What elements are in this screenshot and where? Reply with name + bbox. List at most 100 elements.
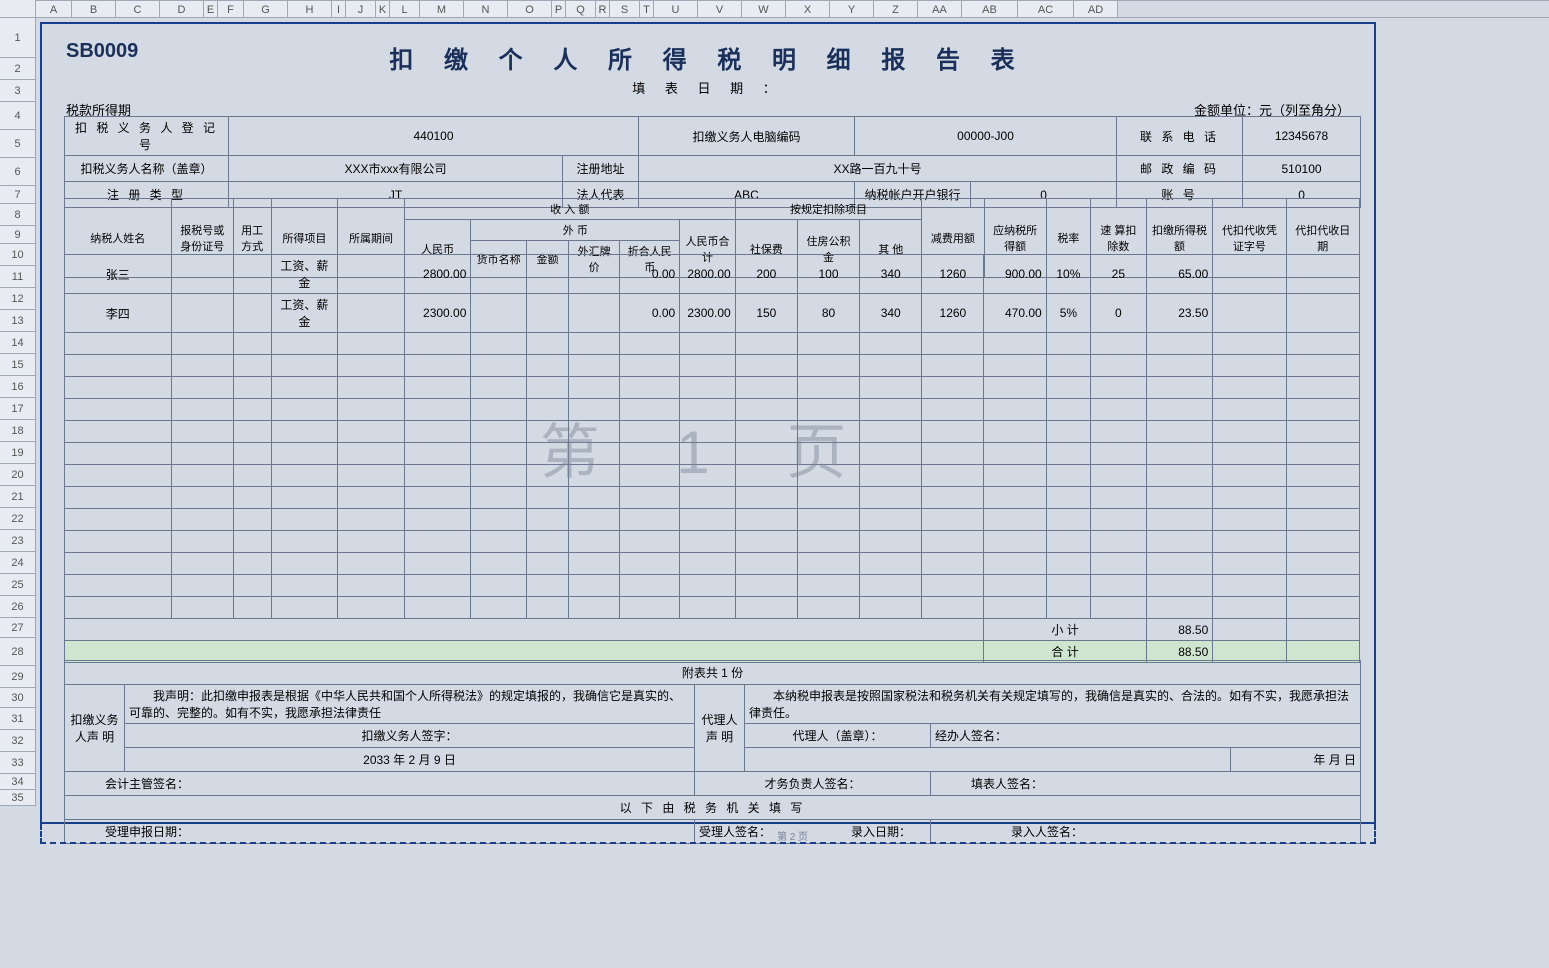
col-header-Y[interactable]: Y xyxy=(830,1,874,17)
col-header-D[interactable]: D xyxy=(160,1,204,17)
data-row[interactable] xyxy=(65,355,1360,377)
row-header-12[interactable]: 12 xyxy=(0,288,36,310)
col-header-I[interactable]: I xyxy=(332,1,346,17)
row-header-26[interactable]: 26 xyxy=(0,596,36,618)
data-row[interactable] xyxy=(65,509,1360,531)
row-header-28[interactable]: 28 xyxy=(0,638,36,666)
decl2-sign: 代理人（盖章）： xyxy=(745,724,931,748)
phone: 12345678 xyxy=(1243,117,1361,156)
column-headers[interactable]: ABCDEFGHIJKLMNOPQRSTUVWXYZAAABACAD xyxy=(36,0,1549,18)
row-header-35[interactable]: 35 xyxy=(0,790,36,806)
row-header-5[interactable]: 5 xyxy=(0,130,36,158)
row-header-9[interactable]: 9 xyxy=(0,226,36,244)
col-header-H[interactable]: H xyxy=(288,1,332,17)
col-header-AA[interactable]: AA xyxy=(918,1,962,17)
col-header-X[interactable]: X xyxy=(786,1,830,17)
row-header-30[interactable]: 30 xyxy=(0,688,36,708)
col-header-AD[interactable]: AD xyxy=(1074,1,1118,17)
footer-table: 附表共 1 份 扣缴义务人声 明 我声明：此扣缴申报表是根据《中华人民共和国个人… xyxy=(64,660,1361,844)
row-header-25[interactable]: 25 xyxy=(0,574,36,596)
decl1-date: 2033 年 2 月 9 日 xyxy=(125,748,695,772)
info-row-1: 扣 税 义 务 人 登 记 号 440100 扣缴义务人电脑编码 00000-J… xyxy=(65,117,1361,156)
data-row[interactable]: 张三工资、薪金2800.000.002800.00200100340126090… xyxy=(65,255,1360,294)
row-header-31[interactable]: 31 xyxy=(0,708,36,730)
tax-office-header: 以 下 由 税 务 机 关 填 写 xyxy=(65,796,1361,820)
info-row-2: 扣税义务人名称（盖章） XXX市xxx有限公司 注册地址 XX路一百九十号 邮 … xyxy=(65,156,1361,182)
data-row[interactable] xyxy=(65,399,1360,421)
row-header-34[interactable]: 34 xyxy=(0,774,36,790)
col-header-O[interactable]: O xyxy=(508,1,552,17)
data-row[interactable] xyxy=(65,377,1360,399)
zip-label: 邮 政 编 码 xyxy=(1117,156,1243,182)
col-header-R[interactable]: R xyxy=(596,1,610,17)
data-row[interactable]: 李四工资、薪金2300.000.002300.00150803401260470… xyxy=(65,294,1360,333)
row-header-6[interactable]: 6 xyxy=(0,158,36,186)
row-header-19[interactable]: 19 xyxy=(0,442,36,464)
col-header-A[interactable]: A xyxy=(36,1,72,17)
col-header-E[interactable]: E xyxy=(204,1,218,17)
data-row[interactable] xyxy=(65,421,1360,443)
row-header-8[interactable]: 8 xyxy=(0,204,36,226)
col-header-W[interactable]: W xyxy=(742,1,786,17)
col-header-M[interactable]: M xyxy=(420,1,464,17)
col-header-N[interactable]: N xyxy=(464,1,508,17)
row-header-18[interactable]: 18 xyxy=(0,420,36,442)
row-header-27[interactable]: 27 xyxy=(0,618,36,638)
col-header-C[interactable]: C xyxy=(116,1,160,17)
decl2-text: 本纳税申报表是按照国家税法和税务机关有关规定填写的，我确信是真实的、合法的。如有… xyxy=(745,685,1361,724)
col-header-U[interactable]: U xyxy=(654,1,698,17)
row-header-21[interactable]: 21 xyxy=(0,486,36,508)
data-row[interactable] xyxy=(65,333,1360,355)
row-header-17[interactable]: 17 xyxy=(0,398,36,420)
row-header-11[interactable]: 11 xyxy=(0,266,36,288)
row-header-7[interactable]: 7 xyxy=(0,186,36,204)
row-header-3[interactable]: 3 xyxy=(0,80,36,102)
print-area: SB0009 扣 缴 个 人 所 得 税 明 细 报 告 表 填 表 日 期 ：… xyxy=(40,22,1376,824)
col-header-L[interactable]: L xyxy=(390,1,420,17)
col-header-F[interactable]: F xyxy=(218,1,244,17)
data-row[interactable] xyxy=(65,575,1360,597)
row-header-2[interactable]: 2 xyxy=(0,58,36,80)
row-header-1[interactable]: 1 xyxy=(0,18,36,58)
grid-area[interactable]: SB0009 扣 缴 个 人 所 得 税 明 细 报 告 表 填 表 日 期 ：… xyxy=(36,18,1549,968)
col-header-AB[interactable]: AB xyxy=(962,1,1018,17)
row-header-23[interactable]: 23 xyxy=(0,530,36,552)
row-header-15[interactable]: 15 xyxy=(0,354,36,376)
data-row[interactable] xyxy=(65,465,1360,487)
row-header-24[interactable]: 24 xyxy=(0,552,36,574)
row-header-33[interactable]: 33 xyxy=(0,752,36,774)
row-header-16[interactable]: 16 xyxy=(0,376,36,398)
row-header-29[interactable]: 29 xyxy=(0,666,36,688)
row-header-32[interactable]: 32 xyxy=(0,730,36,752)
col-header-P[interactable]: P xyxy=(552,1,566,17)
col-header-Z[interactable]: Z xyxy=(874,1,918,17)
data-row[interactable] xyxy=(65,597,1360,619)
row-header-13[interactable]: 13 xyxy=(0,310,36,332)
col-header-J[interactable]: J xyxy=(346,1,376,17)
row-header-22[interactable]: 22 xyxy=(0,508,36,530)
row-header-4[interactable]: 4 xyxy=(0,102,36,130)
row-header-10[interactable]: 10 xyxy=(0,244,36,266)
data-row[interactable] xyxy=(65,487,1360,509)
col-header-K[interactable]: K xyxy=(376,1,390,17)
phone-label: 联 系 电 话 xyxy=(1117,117,1243,156)
data-row[interactable] xyxy=(65,553,1360,575)
row-header-14[interactable]: 14 xyxy=(0,332,36,354)
col-header-G[interactable]: G xyxy=(244,1,288,17)
data-row[interactable] xyxy=(65,531,1360,553)
col-header-AC[interactable]: AC xyxy=(1018,1,1074,17)
decl2-sign2: 经办人签名： xyxy=(931,724,1361,748)
sig2: 才务负责人签名： xyxy=(695,772,931,796)
col-header-V[interactable]: V xyxy=(698,1,742,17)
select-all-corner[interactable] xyxy=(0,0,36,18)
col-header-S[interactable]: S xyxy=(610,1,640,17)
col-header-T[interactable]: T xyxy=(640,1,654,17)
data-table[interactable]: 张三工资、薪金2800.000.002800.00200100340126090… xyxy=(64,254,1360,663)
name-label: 扣税义务人名称（盖章） xyxy=(65,156,229,182)
col-header-Q[interactable]: Q xyxy=(566,1,596,17)
row-header-20[interactable]: 20 xyxy=(0,464,36,486)
row-headers[interactable]: 1234567891011121314151617181920212223242… xyxy=(0,18,36,806)
col-header-B[interactable]: B xyxy=(72,1,116,17)
data-row[interactable] xyxy=(65,443,1360,465)
page-2-label: 第 2 页 xyxy=(36,828,1549,843)
